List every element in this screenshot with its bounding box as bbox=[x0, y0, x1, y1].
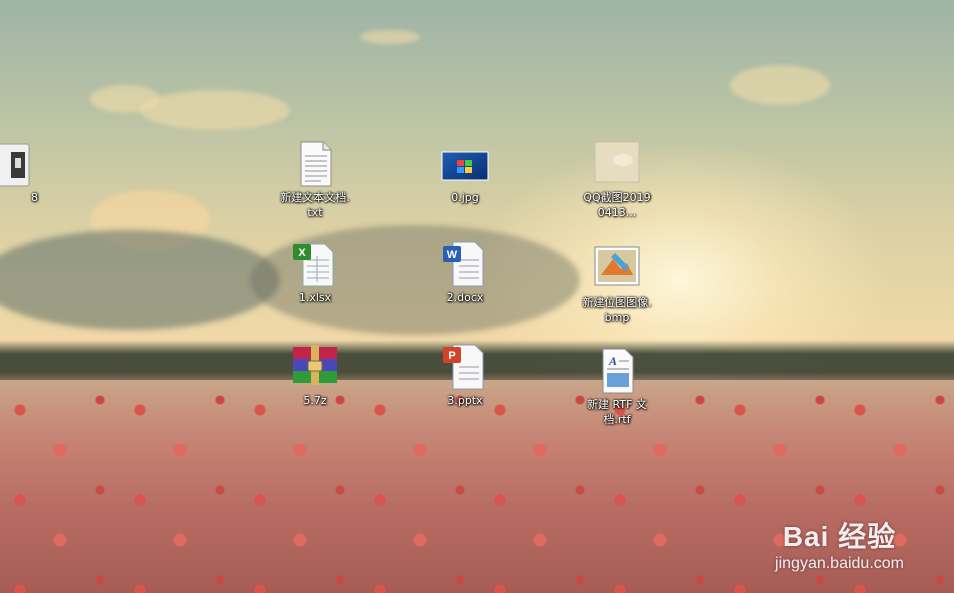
desktop-icon-bmp[interactable]: 新建位图图像.bmp bbox=[582, 245, 652, 325]
desktop-icon-qq-screenshot[interactable]: QQ截图20190413... bbox=[582, 140, 652, 220]
icon-label: 新建文本文档.txt bbox=[280, 191, 350, 219]
cloud bbox=[360, 30, 420, 44]
archive-icon bbox=[291, 343, 339, 391]
desktop-icon-txt[interactable]: 新建文本文档.txt bbox=[280, 140, 350, 220]
svg-text:W: W bbox=[447, 249, 458, 261]
svg-text:X: X bbox=[298, 247, 306, 259]
paint-image-icon bbox=[593, 245, 641, 293]
desktop-icon-pptx[interactable]: P 3.pptx bbox=[430, 343, 500, 408]
rtf-document-icon: A bbox=[593, 347, 641, 395]
desktop-icon-rtf[interactable]: A 新建 RTF 文档.rtf bbox=[582, 347, 652, 427]
cloud bbox=[730, 65, 830, 105]
icon-label: 新建位图图像.bmp bbox=[582, 296, 652, 324]
icon-label: 2.docx bbox=[446, 291, 484, 304]
word-file-icon: W bbox=[441, 240, 489, 288]
text-document-icon bbox=[291, 140, 339, 188]
icon-label: 新建 RTF 文档.rtf bbox=[587, 398, 647, 426]
icon-label: 0.jpg bbox=[451, 191, 479, 204]
watermark-brand: Bai 经验 bbox=[782, 521, 897, 552]
folder-icon bbox=[0, 140, 33, 188]
svg-text:A: A bbox=[608, 354, 617, 368]
svg-text:P: P bbox=[448, 350, 455, 362]
cloud bbox=[140, 90, 290, 130]
image-thumbnail-icon bbox=[441, 140, 489, 188]
image-thumbnail-icon bbox=[593, 140, 641, 188]
icon-label: 5.7z bbox=[303, 394, 327, 407]
icon-label: QQ截图20190413... bbox=[583, 191, 651, 219]
desktop-icon-docx[interactable]: W 2.docx bbox=[430, 240, 500, 305]
baidu-jingyan-watermark: Bai 经验 jingyan.baidu.com bbox=[775, 515, 904, 573]
icon-label: 3.pptx bbox=[447, 394, 483, 407]
desktop-icon-7z[interactable]: 5.7z bbox=[280, 343, 350, 408]
cloud bbox=[0, 230, 280, 330]
excel-file-icon: X bbox=[291, 240, 339, 288]
powerpoint-file-icon: P bbox=[441, 343, 489, 391]
icon-label: 1.xlsx bbox=[298, 291, 332, 304]
watermark-url: jingyan.baidu.com bbox=[775, 555, 904, 572]
icon-label: 8 bbox=[31, 191, 38, 204]
desktop-icon-xlsx[interactable]: X 1.xlsx bbox=[280, 240, 350, 305]
desktop-icon-jpg[interactable]: 0.jpg bbox=[430, 140, 500, 205]
desktop-icon-8[interactable]: 8 bbox=[0, 140, 44, 205]
